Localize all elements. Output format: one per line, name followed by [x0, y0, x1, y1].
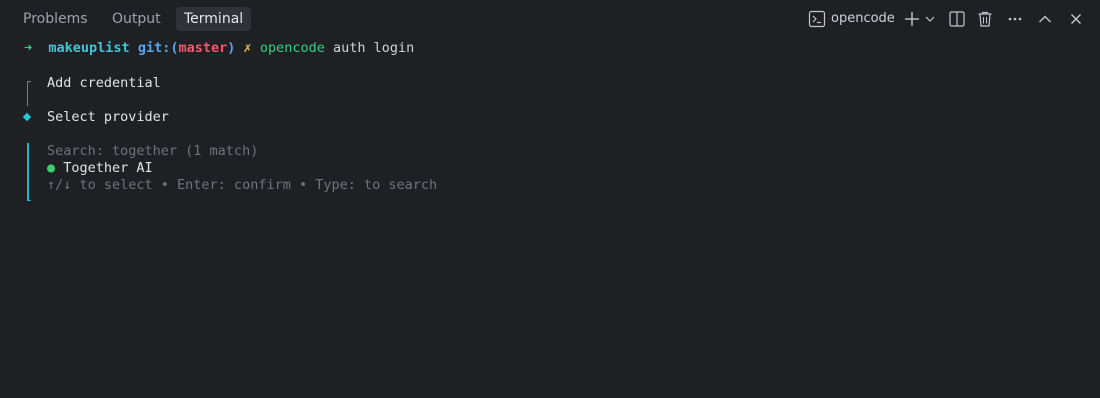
rail-end — [27, 200, 31, 201]
rail-active — [27, 143, 29, 201]
split-icon[interactable] — [947, 9, 967, 29]
command-args: auth login — [332, 40, 415, 56]
option-label: Together AI — [63, 160, 153, 176]
terminal-name[interactable]: opencode — [831, 9, 895, 29]
prompt-line: ➜ makeuplist git:(master) ✗ opencode aut… — [24, 40, 414, 57]
terminal-toolbar: opencode — [0, 0, 1100, 38]
active-step-icon — [22, 112, 32, 122]
more-icon[interactable] — [1005, 9, 1025, 29]
prompt-arrow: ➜ — [24, 40, 33, 56]
command-name: opencode — [259, 40, 325, 56]
rail-gray — [27, 84, 28, 106]
dirty-mark: ✗ — [243, 40, 252, 56]
close-icon[interactable] — [1066, 9, 1086, 29]
git-prefix: git:( — [137, 40, 179, 56]
option-together-ai[interactable]: ● Together AI — [47, 160, 153, 177]
step-select-provider: Select provider — [47, 109, 169, 125]
hint-line: ↑/↓ to select • Enter: confirm • Type: t… — [47, 177, 438, 193]
git-suffix: ) — [227, 40, 236, 56]
plus-icon[interactable] — [902, 9, 922, 29]
search-line[interactable]: Search: together (1 match) — [47, 143, 258, 160]
step-add-credential: Add credential — [47, 75, 161, 91]
chevron-up-icon[interactable] — [1035, 9, 1055, 29]
terminal-icon[interactable] — [807, 9, 827, 29]
selected-dot-icon: ● — [47, 160, 56, 176]
chevron-down-icon[interactable] — [923, 9, 937, 29]
repo-name: makeuplist — [48, 40, 130, 56]
trash-icon[interactable] — [975, 9, 995, 29]
branch-name: master — [178, 40, 228, 56]
terminal-output[interactable]: ➜ makeuplist git:(master) ✗ opencode aut… — [0, 38, 1100, 398]
